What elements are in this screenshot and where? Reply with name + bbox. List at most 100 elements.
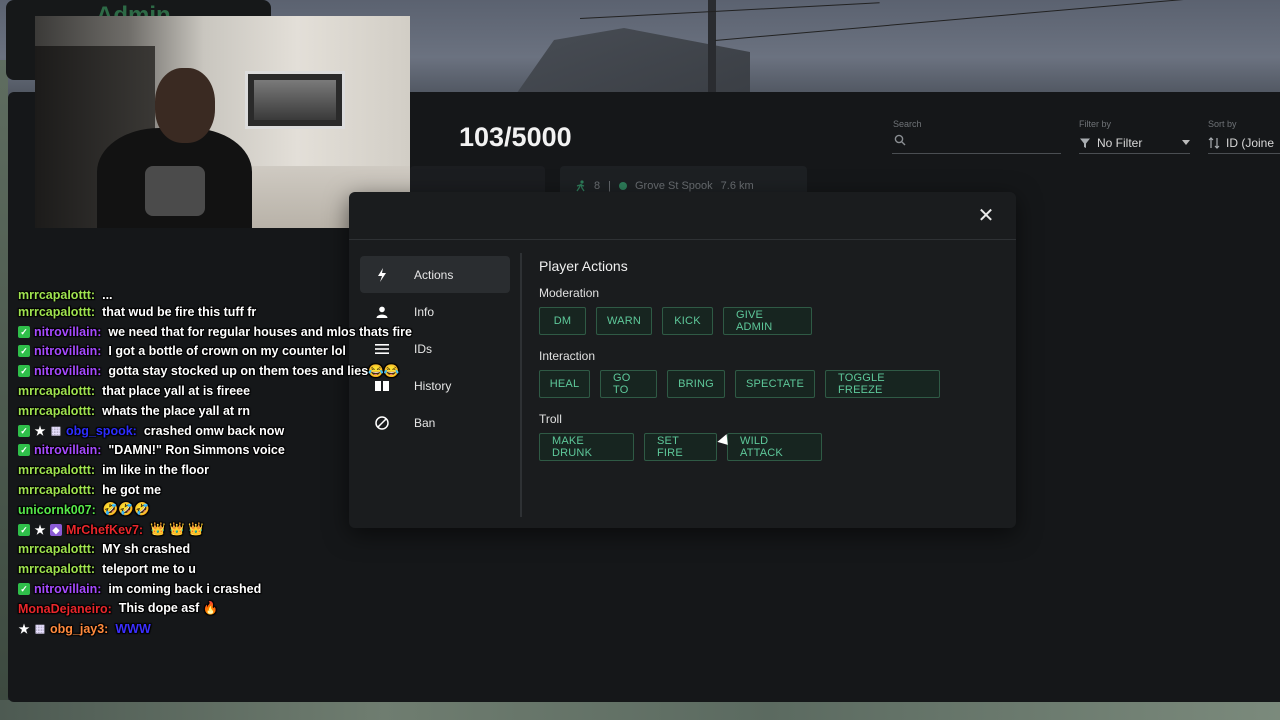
chat-message: 🤣🤣🤣 (102, 502, 150, 517)
chat-line: mrrcapalottt: whats the place yall at rn (18, 401, 488, 421)
heal-button[interactable]: HEAL (539, 370, 590, 398)
chat-username[interactable]: nitrovillain: (34, 364, 101, 378)
kick-button[interactable]: KICK (662, 307, 713, 335)
chat-message: that place yall at is fireee (102, 384, 251, 399)
gift-badge-icon: ▦ (50, 424, 62, 437)
verified-badge-icon: ✓ (18, 523, 30, 536)
chat-message: whats the place yall at rn (102, 403, 251, 418)
make-drunk-button[interactable]: MAKE DRUNK (539, 433, 634, 461)
running-person-icon (576, 180, 585, 192)
chat-line: ✓ nitrovillain: gotta stay stocked up on t… (18, 361, 488, 381)
player-count: 103/5000 (459, 122, 572, 152)
chat-line: MonaDejaneiro: This dope asf 🔥 (18, 599, 488, 619)
chat-line: mrrcapalottt:... (18, 290, 488, 302)
interaction-buttons: HEAL GO TO BRING SPECTATE TOGGLE FREEZE (539, 370, 999, 398)
verified-badge-icon: ✓ (18, 444, 30, 457)
chat-line: mrrcapalottt: that place yall at is firee… (18, 381, 488, 401)
stream-chat-overlay: mrrcapalottt:... mrrcapalottt: that wud be… (18, 290, 488, 639)
close-button[interactable]: ✕ (975, 205, 997, 227)
moderation-buttons: DM WARN KICK GIVE ADMIN (539, 307, 999, 335)
chat-username[interactable]: obg_jay3: (50, 622, 108, 636)
chat-username[interactable]: mrrcapalottt: (18, 542, 95, 556)
chat-line: unicornk007: 🤣🤣🤣 (18, 500, 488, 520)
chat-username[interactable]: nitrovillain: (34, 325, 101, 339)
verified-badge-icon: ✓ (18, 424, 30, 437)
player-actions-content: Player Actions Moderation DM WARN KICK G… (539, 258, 999, 475)
chat-line: mrrcapalottt: im like in the floor (18, 460, 488, 480)
streamer-shirt-graphic (145, 166, 205, 216)
section-label-interaction: Interaction (539, 349, 596, 363)
verified-badge-icon: ✓ (18, 365, 30, 378)
search-icon (894, 134, 906, 146)
chat-username[interactable]: MonaDejaneiro: (18, 602, 112, 616)
player-card-id: 8 (594, 180, 601, 192)
chat-username[interactable]: MrChefKev7: (66, 523, 143, 537)
webcam-wall-frame (245, 71, 345, 129)
chat-line: mrrcapalottt: teleport me to u (18, 559, 488, 579)
bring-button[interactable]: BRING (667, 370, 725, 398)
sort-label: Sort by (1208, 119, 1237, 129)
player-card-distance: 7.6 km (720, 180, 754, 192)
sort-icon (1208, 136, 1220, 149)
star-badge-icon: ★ (34, 423, 46, 438)
chat-username[interactable]: nitrovillain: (34, 582, 101, 596)
player-card-separator: | (608, 180, 611, 192)
chat-username[interactable]: obg_spook: (66, 424, 137, 438)
chat-username[interactable]: nitrovillain: (34, 443, 101, 457)
chat-username[interactable]: mrrcapalottt: (18, 483, 95, 497)
streamer-head (155, 68, 215, 143)
subscriber-badge-icon: ◆ (50, 523, 62, 536)
utility-pole (708, 0, 716, 95)
chat-line: mrrcapalottt: he got me (18, 480, 488, 500)
chat-message: "DAMN!" Ron Simmons voice (108, 443, 285, 458)
give-admin-button[interactable]: GIVE ADMIN (723, 307, 812, 335)
modal-header: ✕ (349, 192, 1016, 240)
power-line (579, 2, 880, 19)
chat-username[interactable]: mrrcapalottt: (18, 290, 95, 302)
chat-message: WWW (115, 621, 151, 636)
chat-message: that wud be fire this tuff fr (102, 304, 257, 319)
chat-message: he got me (102, 483, 162, 498)
chat-line: ✓ ★ ▦ obg_spook: crashed omw back now (18, 421, 488, 441)
chat-message: im like in the floor (102, 463, 210, 478)
chat-username[interactable]: unicornk007: (18, 503, 96, 517)
player-actions-title: Player Actions (539, 258, 628, 274)
star-badge-icon: ★ (34, 522, 46, 537)
sidebar-item-actions[interactable]: Actions (360, 256, 510, 293)
chat-message: MY sh crashed (102, 542, 191, 557)
dm-button[interactable]: DM (539, 307, 586, 335)
chat-message: This dope asf 🔥 (118, 601, 219, 616)
chat-line: mrrcapalottt: that wud be fire this tuff … (18, 302, 488, 322)
sort-select[interactable]: ID (Joine (1208, 132, 1280, 154)
filter-label: Filter by (1079, 119, 1112, 129)
spectate-button[interactable]: SPECTATE (735, 370, 815, 398)
sort-value: ID (Joine (1226, 135, 1275, 150)
chat-message: crashed omw back now (143, 423, 285, 438)
sidebar-divider (520, 253, 522, 517)
chat-username[interactable]: mrrcapalottt: (18, 404, 95, 418)
chat-message: im coming back i crashed (108, 582, 262, 597)
world-edge-bottom (0, 700, 1280, 720)
sidebar-item-label: Actions (414, 267, 454, 282)
filter-value: No Filter (1097, 135, 1143, 150)
search-input[interactable] (912, 132, 1057, 152)
go-to-button[interactable]: GO TO (600, 370, 657, 398)
toggle-freeze-button[interactable]: TOGGLE FREEZE (825, 370, 940, 398)
search-label: Search (893, 119, 922, 129)
chat-username[interactable]: mrrcapalottt: (18, 562, 95, 576)
chat-message: 👑 👑 👑 (150, 522, 204, 537)
filter-select[interactable]: No Filter (1079, 132, 1190, 154)
chat-message: teleport me to u (102, 562, 196, 577)
chat-username[interactable]: mrrcapalottt: (18, 305, 95, 319)
search-field[interactable] (892, 132, 1061, 154)
section-label-troll: Troll (539, 412, 562, 426)
chat-username[interactable]: mrrcapalottt: (18, 463, 95, 477)
verified-badge-icon: ✓ (18, 583, 30, 596)
chat-username[interactable]: mrrcapalottt: (18, 384, 95, 398)
set-fire-button[interactable]: SET FIRE (644, 433, 717, 461)
star-badge-icon: ★ (18, 621, 30, 636)
webcam-frame-art (254, 80, 336, 120)
wild-attack-button[interactable]: WILD ATTACK (727, 433, 822, 461)
warn-button[interactable]: WARN (596, 307, 652, 335)
chat-username[interactable]: nitrovillain: (34, 344, 101, 358)
